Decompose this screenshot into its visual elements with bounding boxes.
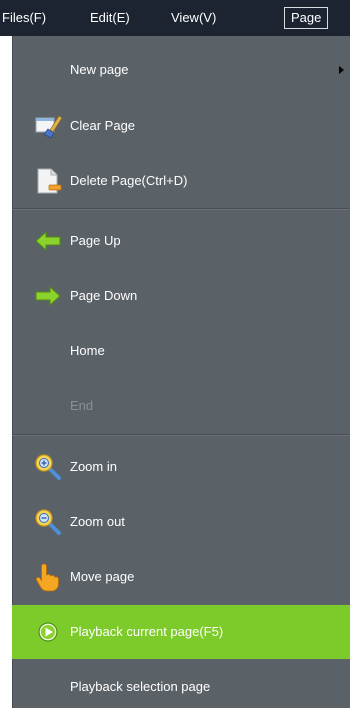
menu-item-label: Home [70, 343, 105, 358]
menu-item-clear-page[interactable]: Clear Page [12, 99, 350, 153]
menu-item-zoom-in[interactable]: Zoom in [12, 440, 350, 494]
menu-item-label: Playback selection page [70, 679, 211, 694]
menu-bar: Files(F) Edit(E) View(V) Page [0, 0, 350, 36]
menu-item-label: Move page [70, 569, 135, 584]
menu-item-delete-page[interactable]: Delete Page(Ctrl+D) [12, 154, 350, 208]
menu-item-label: Playback current page(F5) [70, 624, 224, 639]
menu-item-label: Clear Page [70, 118, 136, 133]
zoom-out-icon [32, 506, 64, 538]
document-delete-icon [32, 165, 64, 197]
menu-item-label: Zoom out [70, 514, 125, 529]
menu-item-label: Zoom in [70, 459, 117, 474]
menu-item-label: New page [70, 62, 129, 77]
menu-item-new-page[interactable]: New page [12, 43, 350, 97]
menu-separator-highlight [12, 435, 350, 436]
arrow-right-green-icon [32, 280, 64, 312]
menu-separator-highlight [12, 209, 350, 210]
hand-pointer-icon [32, 561, 64, 593]
menu-page[interactable]: Page [284, 7, 329, 29]
menu-item-label: End [70, 398, 94, 413]
menu-item-playback-selection-page[interactable]: Playback selection page [12, 660, 350, 714]
menu-item-label: Delete Page(Ctrl+D) [70, 173, 188, 188]
menu-item-page-down[interactable]: Page Down [12, 269, 350, 323]
broom-icon [32, 110, 64, 142]
play-circle-icon [32, 616, 64, 648]
submenu-arrow-icon [339, 66, 344, 74]
menu-item-zoom-out[interactable]: Zoom out [12, 495, 350, 549]
menu-item-playback-current-page[interactable]: Playback current page(F5) [12, 605, 350, 659]
menu-view[interactable]: View(V) [171, 7, 216, 29]
menu-files[interactable]: Files(F) [2, 7, 46, 29]
menu-item-label: Page Down [70, 288, 138, 303]
menu-item-end: End [12, 379, 350, 433]
arrow-left-green-icon [32, 225, 64, 257]
menu-edit[interactable]: Edit(E) [90, 7, 130, 29]
menu-item-label: Page Up [70, 233, 121, 248]
zoom-in-icon [32, 451, 64, 483]
menu-item-page-up[interactable]: Page Up [12, 214, 350, 268]
menu-item-move-page[interactable]: Move page [12, 550, 350, 604]
menu-left-margin [0, 36, 12, 708]
menu-item-home[interactable]: Home [12, 324, 350, 378]
